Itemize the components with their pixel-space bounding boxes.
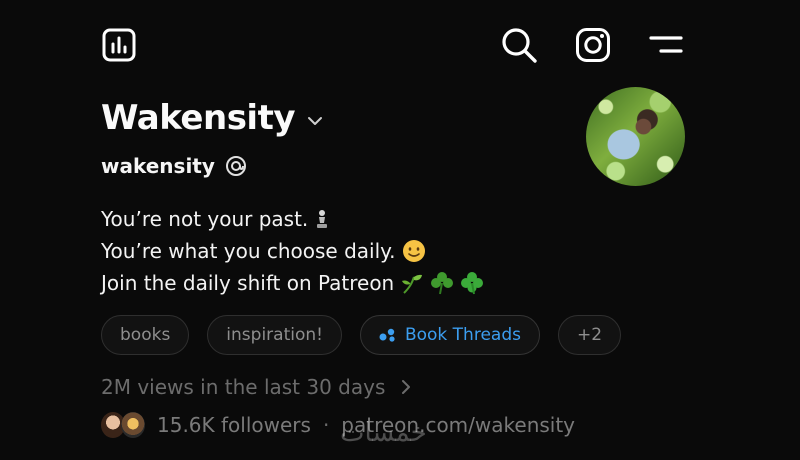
instagram-icon xyxy=(576,28,610,62)
insights-button[interactable] xyxy=(100,26,138,64)
chip-label: +2 xyxy=(576,325,603,345)
menu-icon xyxy=(649,36,683,53)
bio-text-1: You’re not your past. xyxy=(101,207,309,231)
watermark: خمسات xyxy=(340,418,427,448)
search-icon xyxy=(502,28,537,63)
account-switcher[interactable]: Wakensity xyxy=(101,98,323,138)
chevron-right-icon xyxy=(402,380,411,394)
display-name: Wakensity xyxy=(101,98,296,138)
username-row: wakensity xyxy=(101,154,247,178)
four-leaf-clover-icon xyxy=(461,272,484,295)
follower-avatars[interactable] xyxy=(101,412,145,438)
community-dots-icon xyxy=(379,328,395,342)
chip-label: books xyxy=(120,325,171,345)
chevron-down-icon xyxy=(308,117,323,125)
followers-count[interactable]: 15.6K followers xyxy=(157,413,311,437)
menu-button[interactable] xyxy=(648,30,684,60)
chip-books[interactable]: books xyxy=(101,315,190,355)
bio-line-3: Join the daily shift on Patreon xyxy=(101,267,484,299)
followers-row: 15.6K followers · patreon.com/wakensity xyxy=(101,412,575,438)
username: wakensity xyxy=(101,154,215,178)
chip-label: Book Threads xyxy=(404,325,521,345)
chip-more[interactable]: +2 xyxy=(557,315,622,355)
bio: You’re not your past. You’re what you ch… xyxy=(101,203,484,299)
threads-logo-icon[interactable] xyxy=(225,155,247,177)
separator-dot: · xyxy=(322,413,330,437)
chess-pawn-icon xyxy=(317,210,328,228)
seedling-icon xyxy=(402,274,423,294)
bio-line-1: You’re not your past. xyxy=(101,203,484,235)
views-insight[interactable]: 2M views in the last 30 days xyxy=(101,375,411,399)
insights-icon xyxy=(102,28,136,62)
chip-label: inspiration! xyxy=(226,325,323,345)
bio-text-3: Join the daily shift on Patreon xyxy=(101,271,395,295)
views-text: 2M views in the last 30 days xyxy=(101,375,386,399)
profile-avatar[interactable] xyxy=(586,87,685,186)
follower-avatar xyxy=(121,412,145,438)
smiling-face-icon xyxy=(402,240,425,262)
bio-line-2: You’re what you choose daily. xyxy=(101,235,484,267)
chip-inspiration[interactable]: inspiration! xyxy=(207,315,342,355)
bio-text-2: You’re what you choose daily. xyxy=(101,239,396,263)
clover-icon xyxy=(431,272,454,295)
profile-chips: books inspiration! Book Threads +2 xyxy=(101,315,622,355)
instagram-button[interactable] xyxy=(572,24,614,66)
search-button[interactable] xyxy=(498,24,540,66)
chip-book-threads[interactable]: Book Threads xyxy=(359,315,540,355)
